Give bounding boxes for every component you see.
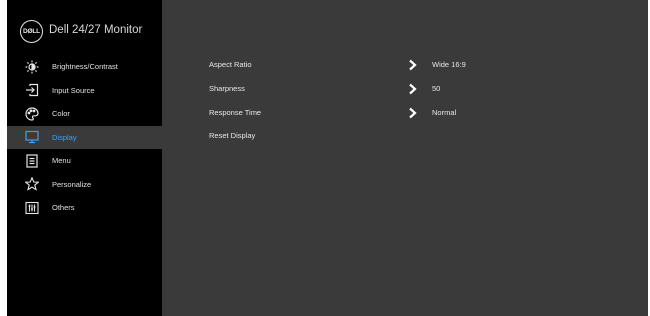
display-monitor-icon: [25, 130, 39, 144]
others-icon: [25, 201, 39, 215]
monitor-osd: DØLL Dell 24/27 Monitor Brightness/Contr…: [7, 0, 648, 316]
setting-name: Sharpness: [209, 84, 245, 93]
menu-label-brightness-contrast: Brightness/Contrast: [52, 62, 118, 72]
chevron-right-icon: [409, 59, 417, 71]
menu-doc-icon: [25, 154, 39, 168]
menu-label-display: Display: [52, 132, 77, 142]
setting-name: Response Time: [209, 108, 262, 117]
menu-item-brightness-contrast[interactable]: Brightness/Contrast: [7, 55, 162, 79]
setting-row-sharpness[interactable]: Sharpness 50: [162, 77, 648, 100]
menu-item-menu[interactable]: Menu: [7, 149, 162, 173]
menu-label-menu: Menu: [52, 156, 71, 166]
chevron-right-icon: [409, 83, 417, 95]
setting-row-reset-display[interactable]: Reset Display: [162, 124, 648, 147]
menu-label-color: Color: [52, 109, 70, 119]
color-palette-icon: [25, 107, 39, 121]
main-menu: Brightness/Contrast Input Source Color D…: [7, 55, 162, 220]
brand-header: DØLL Dell 24/27 Monitor: [7, 0, 162, 58]
monitor-model-title: Dell 24/27 Monitor: [49, 24, 143, 36]
setting-row-aspect-ratio[interactable]: Aspect Ratio Wide 16:9: [162, 53, 648, 76]
brightness-icon: [25, 60, 39, 74]
input-source-icon: [25, 83, 39, 97]
menu-item-others[interactable]: Others: [7, 196, 162, 220]
dell-logo-text: DØLL: [23, 28, 40, 35]
display-settings-panel: Aspect Ratio Wide 16:9 Sharpness 50 Resp…: [162, 0, 648, 316]
sidebar: DØLL Dell 24/27 Monitor Brightness/Contr…: [7, 0, 162, 316]
star-icon: [25, 177, 39, 192]
menu-item-input-source[interactable]: Input Source: [7, 79, 162, 103]
menu-label-others: Others: [52, 203, 75, 213]
dell-logo: DØLL: [20, 20, 43, 43]
menu-item-display[interactable]: Display: [7, 125, 162, 149]
setting-row-response-time[interactable]: Response Time Normal: [162, 101, 648, 124]
setting-name: Reset Display: [209, 131, 256, 140]
menu-label-personalize: Personalize: [52, 179, 92, 189]
chevron-right-icon: [409, 107, 417, 119]
setting-value: Wide 16:9: [432, 60, 466, 69]
menu-item-personalize[interactable]: Personalize: [7, 173, 162, 197]
setting-value: 50: [432, 84, 441, 93]
setting-name: Aspect Ratio: [209, 60, 252, 69]
setting-value: Normal: [432, 108, 457, 117]
menu-label-input-source: Input Source: [52, 85, 95, 95]
menu-item-color[interactable]: Color: [7, 102, 162, 126]
